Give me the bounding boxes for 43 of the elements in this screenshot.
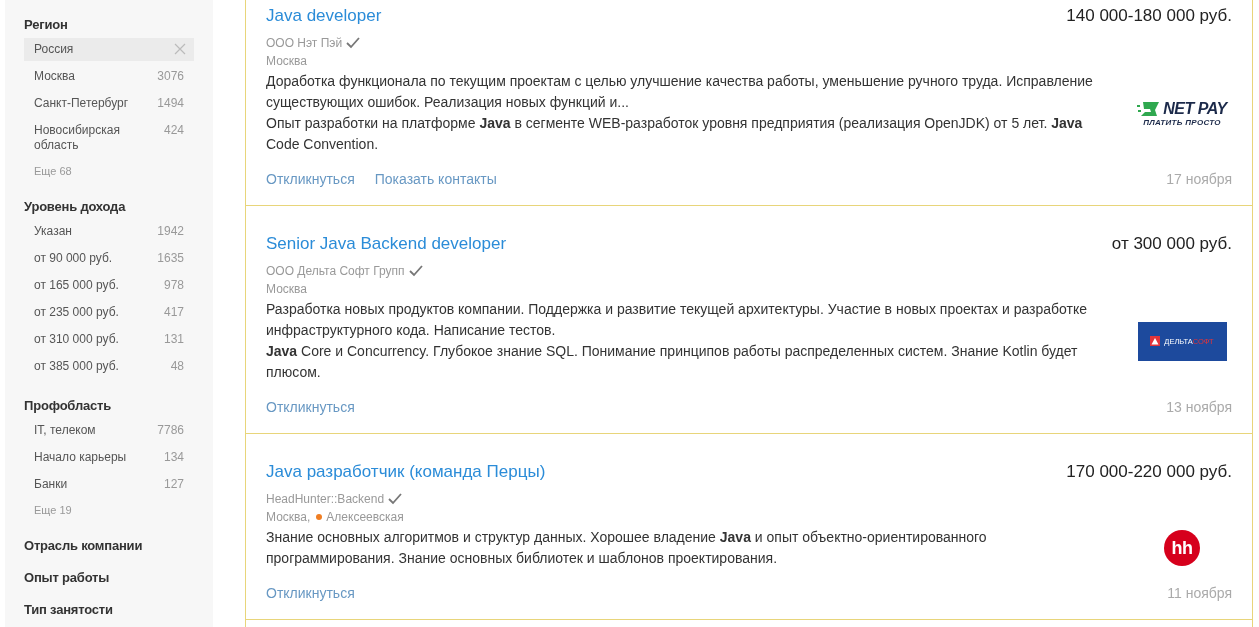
filter-heading[interactable]: Опыт работы xyxy=(24,570,194,585)
salary-text: 170 000-220 000 руб. xyxy=(1066,462,1232,482)
description-text: Знание основных алгоритмов и структур данных. Хорошее владение Java и опыт объектно-ориентированного программирования. Знание основных библиотек и шаблонов проектирования. xyxy=(266,528,988,568)
filter-item[interactable]: Начало карьеры 134 xyxy=(24,446,194,469)
company-logo: hh xyxy=(1164,530,1200,566)
filter-heading: Регион xyxy=(24,17,69,32)
triangle-icon xyxy=(1150,336,1161,346)
filter-item[interactable]: от 165 000 руб. 978 xyxy=(24,274,194,297)
vacancy-title-link[interactable]: Java developer xyxy=(266,6,382,26)
filter-item[interactable]: Новосибирская область 424 xyxy=(24,119,194,157)
logo-tagline: ПЛАТИТЬ ПРОСТО xyxy=(1143,117,1221,127)
salary-text: 140 000-180 000 руб. xyxy=(1066,6,1232,26)
date-text: 11 ноября xyxy=(1167,585,1232,601)
filter-item[interactable]: от 385 000 руб. 48 xyxy=(24,355,194,378)
location-text: Москва, xyxy=(266,510,311,524)
location-text: Москва xyxy=(266,282,307,296)
filter-item[interactable]: Банки 127 xyxy=(24,473,194,496)
filter-item[interactable]: Указан 1942 xyxy=(24,220,194,243)
logo-mark-icon xyxy=(1137,100,1162,117)
filter-item[interactable]: от 90 000 руб. 1635 xyxy=(24,247,194,270)
filter-item[interactable]: от 310 000 руб. 131 xyxy=(24,328,194,351)
filter-item[interactable]: Россия xyxy=(24,38,194,61)
metro-station: Алексеевская xyxy=(326,510,404,524)
description-text: Опыт разработки на платформе Java в сегменте WEB-разработок уровня предприятия (реализация OpenJDK) от 5 лет. Java Code Convention. xyxy=(266,114,1084,154)
description-text: Разработка новых продуктов компании. Поддержка и развитие текущей архитектуры. Участие в новых проектах и разработке инфраструктурного кода. Написание тестов. xyxy=(266,300,1089,340)
close-icon[interactable] xyxy=(174,43,186,55)
filter-item[interactable]: Санкт-Петербург 1494 xyxy=(24,92,194,115)
filter-item[interactable]: Москва 3076 xyxy=(24,65,194,88)
filter-item[interactable]: IT, телеком 7786 xyxy=(24,419,194,442)
description-text: Доработка функционала по текущим проектам с целью улучшение качества работы, уменьшение ручного труда. Исправление существующих ошибок. Реализация новых функций и... xyxy=(266,72,1094,112)
vacancy-title-link[interactable]: Java разработчик (команда Перцы) xyxy=(266,462,546,482)
filter-item[interactable]: от 235 000 руб. 417 xyxy=(24,301,194,324)
filter-heading[interactable]: Тип занятости xyxy=(24,602,194,617)
date-text: 13 ноября xyxy=(1166,399,1232,415)
salary-text: от 300 000 руб. xyxy=(1111,234,1232,254)
date-text: 17 ноября xyxy=(1166,171,1232,187)
filter-heading: Профобласть xyxy=(24,398,112,413)
filter-heading[interactable]: Отрасль компании xyxy=(24,538,194,553)
logo-text: NET PAY xyxy=(1163,99,1227,118)
filter-heading: Уровень дохода xyxy=(24,199,127,214)
location-text: Москва xyxy=(266,54,307,68)
vacancy-title-link[interactable]: Senior Java Backend developer xyxy=(266,234,507,254)
description-text: Java Core и Concurrency. Глубокое знание SQL. Понимание принципов работы распределенных систем. Знание Kotlin будет плюсом. xyxy=(266,342,1079,382)
